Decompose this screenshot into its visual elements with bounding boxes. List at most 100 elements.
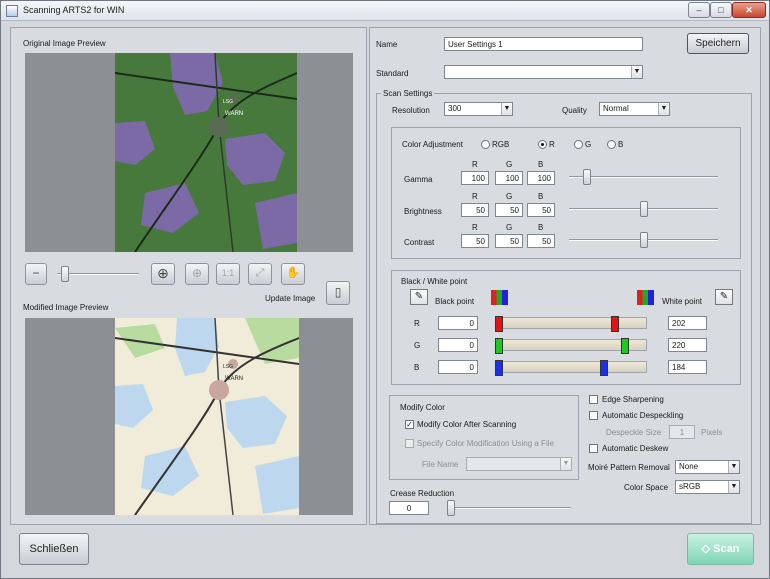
close-button[interactable]: Schließen bbox=[19, 533, 89, 565]
resolution-select[interactable]: 300 ▼ bbox=[444, 102, 513, 116]
file-name-select[interactable]: ▼ bbox=[466, 457, 572, 471]
channel-header-b: B bbox=[538, 223, 544, 232]
white-point-b-input[interactable]: 184 bbox=[668, 360, 707, 374]
auto-deskew-label: Automatic Deskew bbox=[602, 444, 669, 453]
radio-b[interactable] bbox=[607, 140, 616, 149]
scan-settings-title: Scan Settings bbox=[381, 89, 435, 98]
scan-button[interactable]: ◇ Scan bbox=[687, 533, 754, 565]
black-point-handle[interactable] bbox=[495, 360, 503, 376]
chevron-down-icon: ▼ bbox=[728, 461, 739, 473]
update-image-button[interactable]: ▯ bbox=[326, 281, 350, 305]
app-window: Scanning ARTS2 for WIN – □ ✕ Original Im… bbox=[0, 0, 770, 579]
gamma-b-input[interactable]: 100 bbox=[527, 171, 555, 185]
white-point-handle[interactable] bbox=[600, 360, 609, 376]
zoom-in-icon: ⊕ bbox=[157, 265, 169, 281]
standard-label: Standard bbox=[376, 69, 409, 78]
mod-map-town-label: WARN bbox=[225, 376, 243, 382]
contrast-r-input[interactable]: 50 bbox=[461, 234, 489, 248]
bw-range-bar[interactable] bbox=[495, 338, 647, 354]
fit-to-window-button[interactable]: ⤢ bbox=[248, 263, 272, 285]
map-town-label: WARN bbox=[225, 111, 243, 117]
eyedropper-icon: ✎ bbox=[414, 291, 424, 302]
despeckle-size-input[interactable]: 1 bbox=[669, 425, 695, 439]
white-point-handle[interactable] bbox=[621, 338, 630, 354]
black-point-handle[interactable] bbox=[495, 338, 503, 354]
auto-deskew-checkbox[interactable] bbox=[589, 444, 598, 453]
modified-preview-label: Modified Image Preview bbox=[23, 303, 109, 312]
moire-select[interactable]: None ▼ bbox=[675, 460, 740, 474]
gamma-g-input[interactable]: 100 bbox=[495, 171, 523, 185]
white-point-color-icon[interactable] bbox=[637, 290, 654, 305]
white-point-handle[interactable] bbox=[610, 316, 619, 332]
gamma-slider-track[interactable] bbox=[569, 176, 718, 178]
maximize-button[interactable]: □ bbox=[710, 2, 732, 18]
gamma-r-input[interactable]: 100 bbox=[461, 171, 489, 185]
black-point-color-icon[interactable] bbox=[491, 290, 508, 305]
channel-header-b: B bbox=[538, 192, 544, 201]
zoom-slider-track[interactable] bbox=[57, 273, 139, 275]
modify-color-title: Modify Color bbox=[400, 403, 445, 412]
close-window-button[interactable]: ✕ bbox=[732, 2, 766, 18]
color-space-select[interactable]: sRGB ▼ bbox=[675, 480, 740, 494]
using-file-checkbox[interactable] bbox=[405, 439, 414, 448]
pan-hand-button[interactable]: ✋ bbox=[281, 263, 305, 285]
document-icon: ▯ bbox=[334, 285, 342, 299]
brightness-g-input[interactable]: 50 bbox=[495, 203, 523, 217]
contrast-slider-thumb[interactable] bbox=[639, 232, 648, 248]
map-village-label: LSG bbox=[223, 99, 233, 105]
zoom-slider-thumb[interactable] bbox=[61, 266, 69, 282]
brightness-b-input[interactable]: 50 bbox=[527, 203, 555, 217]
white-point-picker[interactable]: ✎ bbox=[715, 289, 733, 305]
channel-header-r: R bbox=[472, 192, 478, 201]
brightness-r-input[interactable]: 50 bbox=[461, 203, 489, 217]
black-point-label: Black point bbox=[435, 297, 475, 306]
modify-after-scanning-checkbox[interactable]: ✓ bbox=[405, 420, 414, 429]
radio-g[interactable] bbox=[574, 140, 583, 149]
radio-r[interactable] bbox=[538, 140, 547, 149]
quality-label: Quality bbox=[562, 106, 587, 115]
channel-header-b: B bbox=[538, 160, 544, 169]
actual-size-button[interactable]: 1:1 bbox=[216, 263, 240, 285]
standard-select[interactable]: ▼ bbox=[444, 65, 643, 79]
brightness-slider-thumb[interactable] bbox=[639, 201, 648, 217]
resolution-value: 300 bbox=[448, 104, 462, 113]
radio-rgb[interactable] bbox=[481, 140, 490, 149]
zoom-in-button[interactable]: ⊕ bbox=[151, 263, 175, 285]
crease-slider-track[interactable] bbox=[447, 507, 571, 509]
channel-header-r: R bbox=[472, 223, 478, 232]
name-input[interactable]: User Settings 1 bbox=[444, 37, 643, 51]
minimize-button[interactable]: – bbox=[688, 2, 710, 18]
gamma-slider-thumb[interactable] bbox=[582, 169, 591, 185]
brightness-label: Brightness bbox=[404, 207, 442, 216]
color-adjustment-label: Color Adjustment bbox=[402, 140, 463, 149]
contrast-g-input[interactable]: 50 bbox=[495, 234, 523, 248]
chevron-down-icon: ▼ bbox=[728, 481, 739, 493]
save-button[interactable]: Speichern bbox=[687, 33, 749, 54]
original-preview-map: WARN LSG bbox=[115, 53, 297, 252]
contrast-b-input[interactable]: 50 bbox=[527, 234, 555, 248]
update-image-label: Update Image bbox=[265, 294, 316, 303]
crease-slider-thumb[interactable] bbox=[447, 500, 455, 516]
black-point-handle[interactable] bbox=[495, 316, 503, 332]
window-title: Scanning ARTS2 for WIN bbox=[23, 5, 125, 15]
zoom-out-button[interactable]: − bbox=[25, 263, 47, 285]
crease-reduction-input[interactable]: 0 bbox=[389, 501, 429, 515]
black-point-picker[interactable]: ✎ bbox=[410, 289, 428, 305]
black-point-r-input[interactable]: 0 bbox=[438, 316, 478, 330]
white-point-r-input[interactable]: 202 bbox=[668, 316, 707, 330]
zoom-area-button[interactable]: ⊕ bbox=[185, 263, 209, 285]
bw-range-bar[interactable] bbox=[495, 316, 647, 332]
edge-sharpening-checkbox[interactable] bbox=[589, 395, 598, 404]
white-point-g-input[interactable]: 220 bbox=[668, 338, 707, 352]
channel-header-g: G bbox=[506, 192, 513, 201]
name-label: Name bbox=[376, 40, 398, 49]
radio-r-label: R bbox=[549, 140, 555, 149]
moire-value: None bbox=[679, 462, 699, 471]
black-point-b-input[interactable]: 0 bbox=[438, 360, 478, 374]
zoom-area-icon: ⊕ bbox=[191, 266, 203, 280]
black-point-g-input[interactable]: 0 bbox=[438, 338, 478, 352]
quality-select[interactable]: Normal ▼ bbox=[599, 102, 670, 116]
mod-map-village-label: LSG bbox=[223, 364, 233, 370]
bw-range-bar[interactable] bbox=[495, 360, 647, 376]
auto-despeckling-checkbox[interactable] bbox=[589, 411, 598, 420]
